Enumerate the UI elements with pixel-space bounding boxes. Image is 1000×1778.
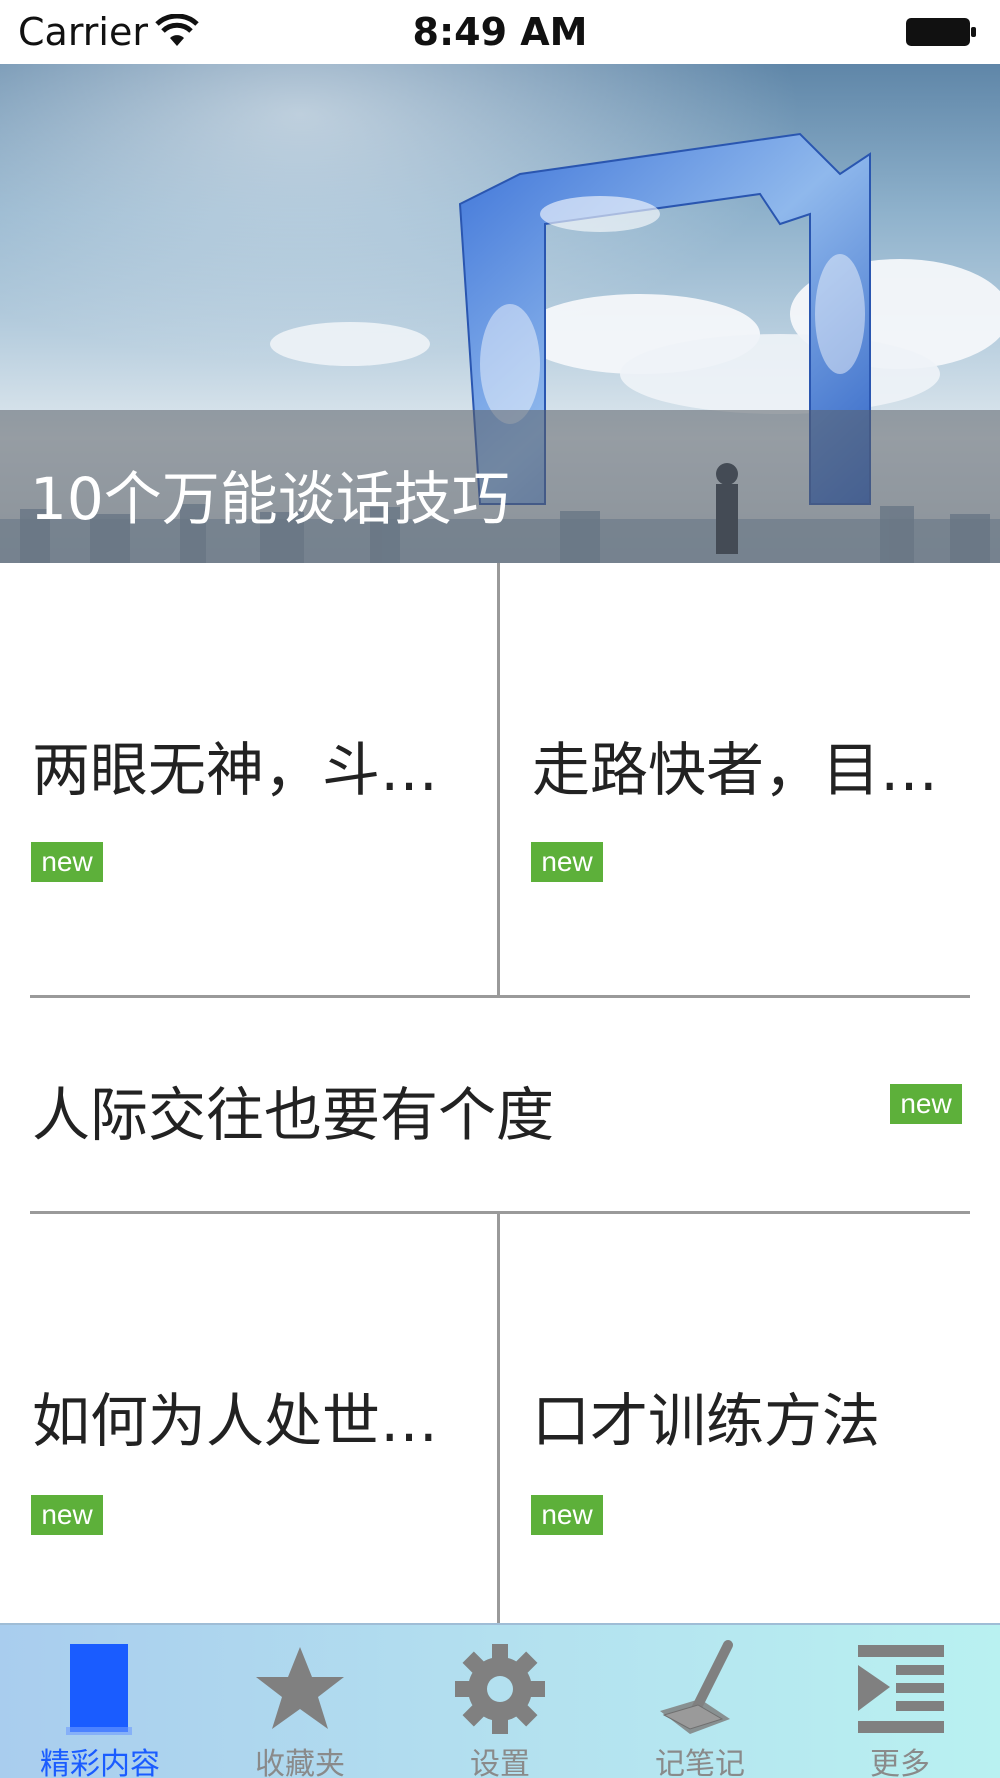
article-grid: 两眼无神，斗… new 走路快者，目… new 人际交往也要有个度 new 如何… xyxy=(0,563,1000,1623)
article-title: 人际交往也要有个度 xyxy=(32,1081,555,1149)
article-title: 两眼无神，斗… xyxy=(32,736,439,804)
gear-icon xyxy=(455,1644,545,1734)
article-title: 走路快者，目… xyxy=(532,736,939,804)
article-card[interactable]: 口才训练方法 new xyxy=(500,1214,1000,1623)
tab-settings[interactable]: 设置 xyxy=(400,1625,600,1778)
status-bar: Carrier 8:49 AM xyxy=(0,0,1000,64)
article-card[interactable]: 人际交往也要有个度 new xyxy=(0,998,1000,1211)
hero-title: 10个万能谈话技巧 xyxy=(30,465,510,533)
new-badge: new xyxy=(531,842,603,882)
pen-icon xyxy=(660,1640,733,1734)
status-time: 8:49 AM xyxy=(412,10,588,54)
tab-bar: 精彩内容 收藏夹 设置 记笔记 更多 xyxy=(0,1623,1000,1778)
new-badge: new xyxy=(531,1495,603,1535)
article-title: 口才训练方法 xyxy=(532,1387,881,1455)
tab-notes[interactable]: 记笔记 xyxy=(600,1625,800,1778)
tab-label: 精彩内容 xyxy=(40,1747,160,1778)
tab-label: 更多 xyxy=(870,1747,930,1778)
tab-more[interactable]: 更多 xyxy=(800,1625,1000,1778)
star-icon xyxy=(256,1647,344,1729)
tab-label: 记笔记 xyxy=(655,1747,745,1778)
new-badge: new xyxy=(890,1084,962,1124)
article-card[interactable]: 如何为人处世… new xyxy=(0,1214,497,1623)
book-icon xyxy=(66,1644,132,1735)
new-badge: new xyxy=(31,1495,103,1535)
article-title: 如何为人处世… xyxy=(32,1387,439,1455)
more-list-icon xyxy=(858,1645,944,1733)
tab-featured[interactable]: 精彩内容 xyxy=(0,1625,200,1778)
article-card[interactable]: 走路快者，目… new xyxy=(500,563,1000,995)
battery-icon xyxy=(906,18,976,46)
new-badge: new xyxy=(31,842,103,882)
tab-label: 收藏夹 xyxy=(255,1747,345,1778)
article-card[interactable]: 两眼无神，斗… new xyxy=(0,563,497,995)
hero-banner[interactable]: 10个万能谈话技巧 xyxy=(0,64,1000,563)
tab-label: 设置 xyxy=(470,1747,530,1778)
tab-favorites[interactable]: 收藏夹 xyxy=(200,1625,400,1778)
